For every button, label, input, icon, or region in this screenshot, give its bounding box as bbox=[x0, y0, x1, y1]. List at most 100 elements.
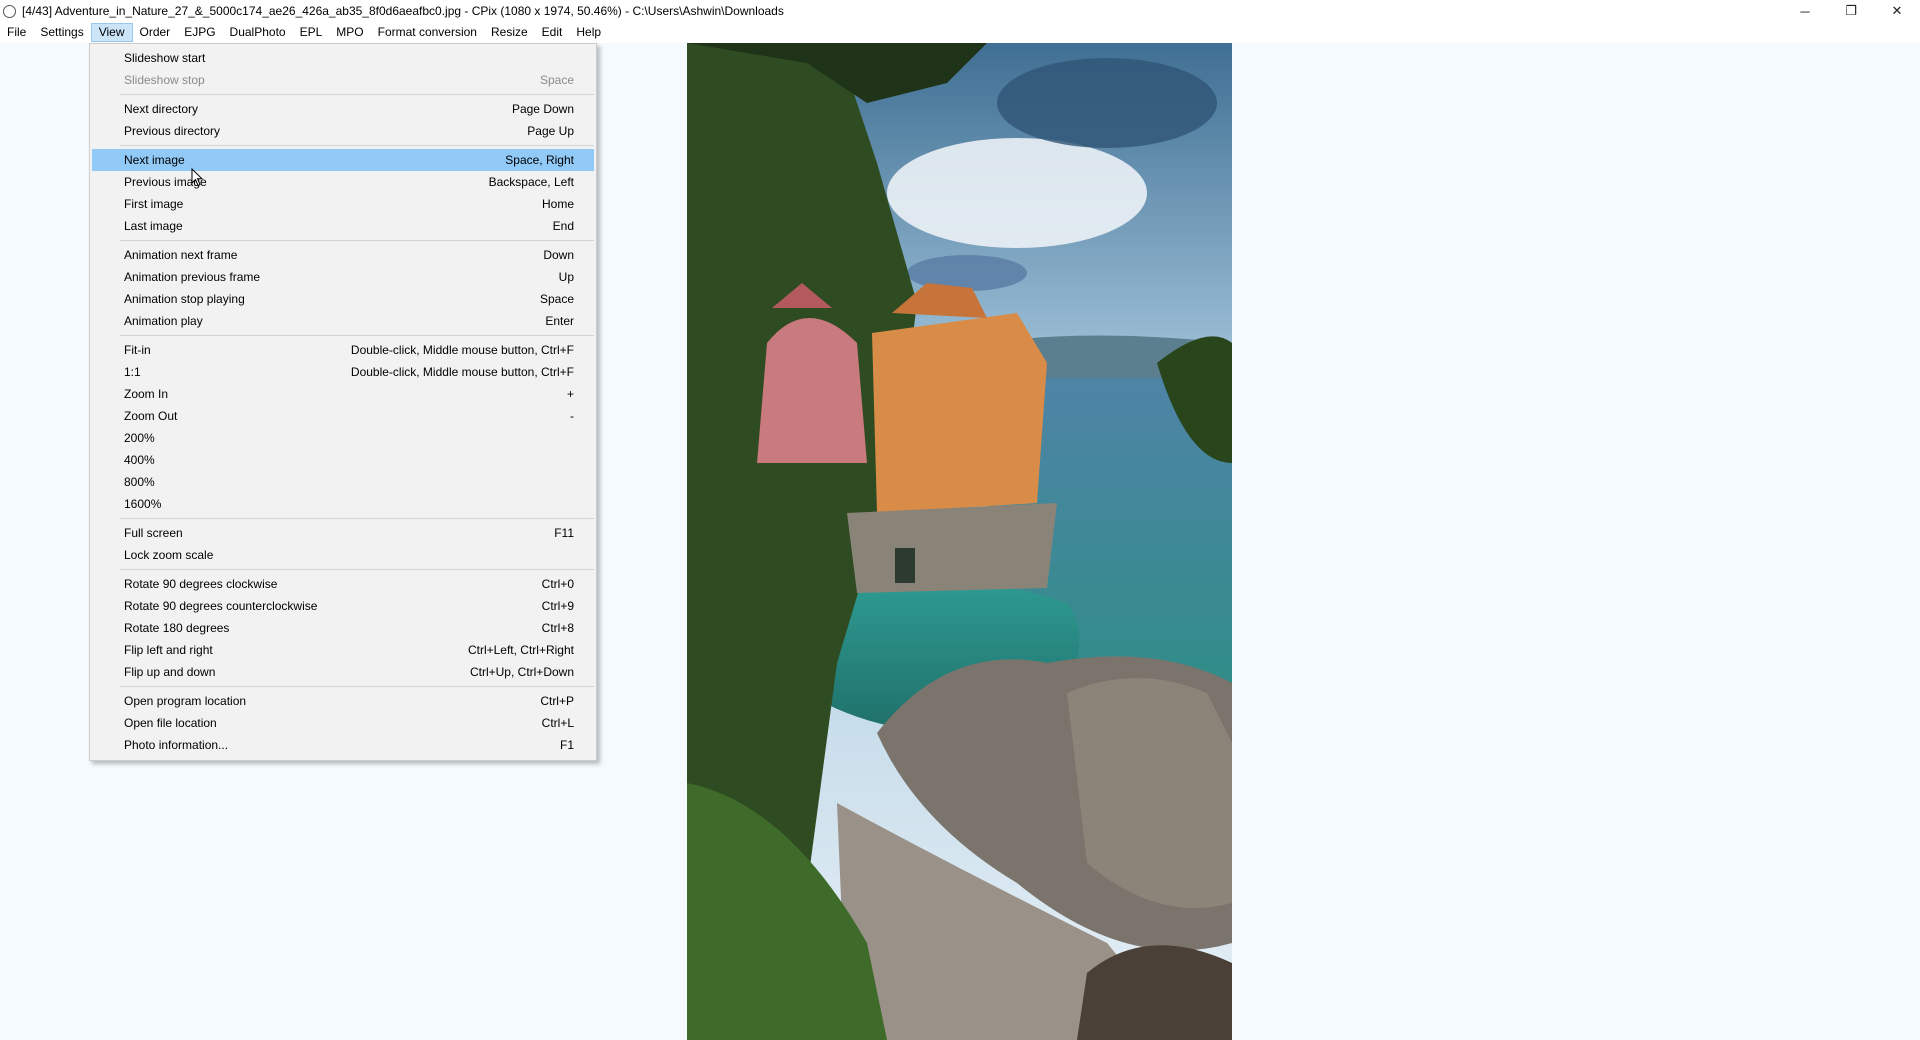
menu-item-shortcut: Ctrl+P bbox=[540, 694, 574, 708]
menu-item-shortcut: Ctrl+L bbox=[541, 716, 574, 730]
menu-item-shortcut: End bbox=[552, 219, 574, 233]
menu-item-label: Next image bbox=[124, 153, 185, 167]
menu-item-label: Zoom In bbox=[124, 387, 169, 401]
menu-item-label: Lock zoom scale bbox=[124, 548, 214, 562]
menu-mpo[interactable]: MPO bbox=[329, 23, 370, 42]
menu-item-flip-left-and-right[interactable]: Flip left and right Ctrl+Left, Ctrl+Right bbox=[92, 639, 594, 661]
menu-item-animation-stop-playing[interactable]: Animation stop playing Space bbox=[92, 288, 594, 310]
menu-item-flip-up-and-down[interactable]: Flip up and down Ctrl+Up, Ctrl+Down bbox=[92, 661, 594, 683]
menu-item-label: Open file location bbox=[124, 716, 217, 730]
menu-ejpg[interactable]: EJPG bbox=[177, 23, 222, 42]
menu-item-200[interactable]: 200% bbox=[92, 427, 594, 449]
menu-item-label: First image bbox=[124, 197, 184, 211]
menu-item-label: Last image bbox=[124, 219, 183, 233]
menu-item-label: Previous directory bbox=[124, 124, 221, 138]
minimize-button[interactable]: ─ bbox=[1782, 0, 1828, 22]
menu-item-label: Open program location bbox=[124, 694, 247, 708]
menu-item-animation-next-frame[interactable]: Animation next frame Down bbox=[92, 244, 594, 266]
menu-item-first-image[interactable]: First image Home bbox=[92, 193, 594, 215]
menu-item-1-1[interactable]: 1:1 Double-click, Middle mouse button, Ct… bbox=[92, 361, 594, 383]
menu-format-conversion[interactable]: Format conversion bbox=[371, 23, 484, 42]
menu-item-shortcut: Space, Right bbox=[505, 153, 574, 167]
menu-item-slideshow-start[interactable]: Slideshow start bbox=[92, 47, 594, 69]
menu-item-shortcut: Double-click, Middle mouse button, Ctrl+… bbox=[350, 343, 574, 357]
menu-item-label: 1600% bbox=[124, 497, 162, 511]
menu-item-last-image[interactable]: Last image End bbox=[92, 215, 594, 237]
menu-item-shortcut: Space bbox=[539, 292, 574, 306]
menu-item-shortcut: Home bbox=[541, 197, 574, 211]
menu-item-shortcut: - bbox=[570, 409, 574, 423]
menu-separator bbox=[120, 518, 594, 519]
menu-item-shortcut: Ctrl+Left, Ctrl+Right bbox=[467, 643, 574, 657]
menu-item-shortcut: Page Down bbox=[511, 102, 574, 116]
menu-item-label: 1:1 bbox=[124, 365, 141, 379]
menu-order[interactable]: Order bbox=[133, 23, 178, 42]
menu-item-shortcut: Space bbox=[539, 73, 574, 87]
menu-file[interactable]: File bbox=[0, 23, 33, 42]
menu-item-shortcut: F11 bbox=[554, 526, 574, 540]
menu-item-label: Animation next frame bbox=[124, 248, 238, 262]
menu-item-label: Rotate 180 degrees bbox=[124, 621, 230, 635]
menu-view[interactable]: View bbox=[90, 23, 133, 42]
menu-item-open-file-location[interactable]: Open file location Ctrl+L bbox=[92, 712, 594, 734]
menu-item-800[interactable]: 800% bbox=[92, 471, 594, 493]
menu-item-400[interactable]: 400% bbox=[92, 449, 594, 471]
view-menu-dropdown: Slideshow start Slideshow stop Space Next d… bbox=[89, 43, 597, 761]
menu-item-label: Animation previous frame bbox=[124, 270, 261, 284]
menu-item-label: Zoom Out bbox=[124, 409, 178, 423]
menu-item-1600[interactable]: 1600% bbox=[92, 493, 594, 515]
menu-item-animation-play[interactable]: Animation play Enter bbox=[92, 310, 594, 332]
menu-help[interactable]: Help bbox=[569, 23, 608, 42]
menu-item-rotate-90-degrees-counterclockwise[interactable]: Rotate 90 degrees counterclockwise Ctrl+9 bbox=[92, 595, 594, 617]
menu-item-label: 400% bbox=[124, 453, 155, 467]
menu-item-lock-zoom-scale[interactable]: Lock zoom scale bbox=[92, 544, 594, 566]
menu-item-open-program-location[interactable]: Open program location Ctrl+P bbox=[92, 690, 594, 712]
menu-item-label: Photo information... bbox=[124, 738, 229, 752]
menu-bar: File Settings View Order EJPG DualPhoto EPL MPO… bbox=[0, 22, 1920, 43]
menu-item-label: Full screen bbox=[124, 526, 183, 540]
menu-separator bbox=[120, 335, 594, 336]
menu-item-label: Slideshow stop bbox=[124, 73, 205, 87]
menu-dualphoto[interactable]: DualPhoto bbox=[223, 23, 293, 42]
menu-separator bbox=[120, 569, 594, 570]
menu-separator bbox=[120, 686, 594, 687]
menu-epl[interactable]: EPL bbox=[293, 23, 330, 42]
menu-settings[interactable]: Settings bbox=[33, 23, 90, 42]
menu-item-shortcut: Page Up bbox=[527, 124, 574, 138]
menu-item-slideshow-stop[interactable]: Slideshow stop Space bbox=[92, 69, 594, 91]
displayed-photo[interactable] bbox=[687, 43, 1232, 1040]
menu-item-label: Slideshow start bbox=[124, 51, 206, 65]
menu-item-label: Animation play bbox=[124, 314, 203, 328]
menu-item-full-screen[interactable]: Full screen F11 bbox=[92, 522, 594, 544]
menu-item-zoom-in[interactable]: Zoom In + bbox=[92, 383, 594, 405]
menu-item-label: Next directory bbox=[124, 102, 199, 116]
menu-resize[interactable]: Resize bbox=[484, 23, 535, 42]
menu-item-label: 200% bbox=[124, 431, 155, 445]
menu-item-rotate-180-degrees[interactable]: Rotate 180 degrees Ctrl+8 bbox=[92, 617, 594, 639]
menu-item-shortcut: Up bbox=[558, 270, 574, 284]
menu-separator bbox=[120, 145, 594, 146]
menu-item-photo-information[interactable]: Photo information... F1 bbox=[92, 734, 594, 756]
menu-item-label: Flip left and right bbox=[124, 643, 213, 657]
window-title: [4/43] Adventure_in_Nature_27_&_5000c174… bbox=[22, 4, 784, 18]
maximize-button[interactable]: ❐ bbox=[1828, 0, 1874, 22]
menu-item-shortcut: Ctrl+Up, Ctrl+Down bbox=[469, 665, 574, 679]
window-controls: ─ ❐ ✕ bbox=[1782, 0, 1920, 22]
menu-item-label: Rotate 90 degrees counterclockwise bbox=[124, 599, 318, 613]
menu-item-previous-image[interactable]: Previous image Backspace, Left bbox=[92, 171, 594, 193]
app-icon bbox=[3, 4, 16, 18]
close-button[interactable]: ✕ bbox=[1874, 0, 1920, 22]
menu-item-shortcut: Ctrl+8 bbox=[541, 621, 574, 635]
menu-item-label: Rotate 90 degrees clockwise bbox=[124, 577, 278, 591]
menu-item-previous-directory[interactable]: Previous directory Page Up bbox=[92, 120, 594, 142]
menu-item-next-directory[interactable]: Next directory Page Down bbox=[92, 98, 594, 120]
menu-item-zoom-out[interactable]: Zoom Out - bbox=[92, 405, 594, 427]
menu-item-animation-previous-frame[interactable]: Animation previous frame Up bbox=[92, 266, 594, 288]
menu-item-shortcut: + bbox=[566, 387, 574, 401]
menu-item-next-image[interactable]: Next image Space, Right bbox=[92, 149, 594, 171]
menu-item-fit-in[interactable]: Fit-in Double-click, Middle mouse button,… bbox=[92, 339, 594, 361]
menu-item-shortcut: Enter bbox=[545, 314, 574, 328]
menu-edit[interactable]: Edit bbox=[535, 23, 570, 42]
menu-item-label: Animation stop playing bbox=[124, 292, 245, 306]
menu-item-rotate-90-degrees-clockwise[interactable]: Rotate 90 degrees clockwise Ctrl+0 bbox=[92, 573, 594, 595]
